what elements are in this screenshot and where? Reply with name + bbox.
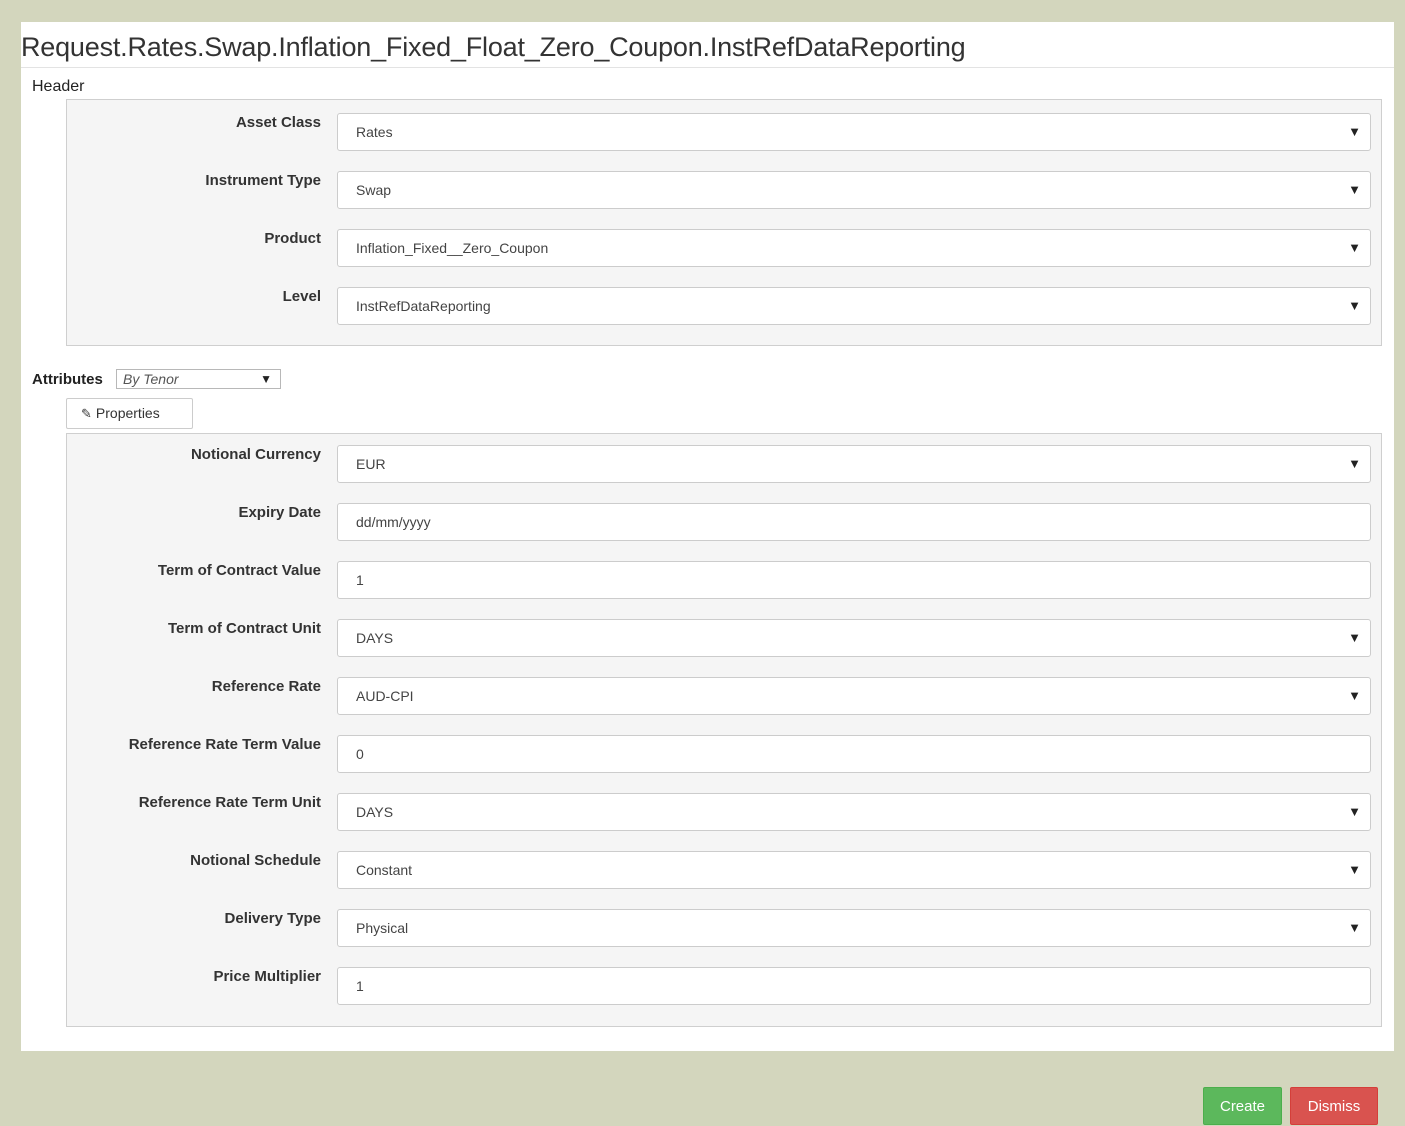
create-button[interactable]: Create bbox=[1203, 1087, 1282, 1125]
instrument-type-label: Instrument Type bbox=[205, 172, 321, 189]
reference-rate-term-unit-value: DAYS bbox=[356, 804, 394, 820]
term-of-contract-value-input[interactable]: 1 bbox=[337, 561, 1371, 599]
level-label: Level bbox=[282, 288, 321, 305]
product-value: Inflation_Fixed__Zero_Coupon bbox=[356, 240, 549, 256]
triangle-down-icon: ▼ bbox=[1348, 240, 1361, 255]
asset-class-value: Rates bbox=[356, 124, 393, 140]
notional-currency-value: EUR bbox=[356, 456, 386, 472]
reference-rate-term-value-label: Reference Rate Term Value bbox=[128, 736, 321, 753]
term-of-contract-value-label: Term of Contract Value bbox=[157, 562, 321, 579]
delivery-type-value: Physical bbox=[356, 920, 409, 936]
header-section-label: Header bbox=[32, 78, 85, 95]
asset-class-select[interactable]: Rates ▼ bbox=[337, 113, 1371, 151]
reference-rate-label: Reference Rate bbox=[211, 678, 321, 695]
level-value: InstRefDataReporting bbox=[356, 298, 491, 314]
properties-button[interactable]: ✎ Properties bbox=[66, 398, 193, 429]
expiry-date-value: dd/mm/yyyy bbox=[356, 514, 431, 530]
level-row: Level InstRefDataReporting ▼ bbox=[67, 287, 1381, 327]
request-panel: Request.Rates.Swap.Inflation_Fixed_Float… bbox=[21, 22, 1394, 1051]
notional-currency-select[interactable]: EUR ▼ bbox=[337, 445, 1371, 483]
term-of-contract-value-value: 1 bbox=[356, 572, 364, 588]
reference-rate-select[interactable]: AUD-CPI ▼ bbox=[337, 677, 1371, 715]
reference-rate-term-value-row: Reference Rate Term Value 0 bbox=[67, 735, 1381, 775]
reference-rate-term-unit-select[interactable]: DAYS ▼ bbox=[337, 793, 1371, 831]
notional-currency-label: Notional Currency bbox=[190, 446, 321, 463]
triangle-down-icon: ▼ bbox=[1348, 920, 1361, 935]
term-of-contract-value-row: Term of Contract Value 1 bbox=[67, 561, 1381, 601]
term-of-contract-unit-label: Term of Contract Unit bbox=[167, 620, 321, 637]
instrument-type-row: Instrument Type Swap ▼ bbox=[67, 171, 1381, 211]
price-multiplier-input[interactable]: 1 bbox=[337, 967, 1371, 1005]
attributes-mode-value: By Tenor bbox=[123, 371, 179, 387]
term-of-contract-unit-row: Term of Contract Unit DAYS ▼ bbox=[67, 619, 1381, 659]
reference-rate-term-value-input[interactable]: 0 bbox=[337, 735, 1371, 773]
price-multiplier-value: 1 bbox=[356, 978, 364, 994]
reference-rate-term-unit-row: Reference Rate Term Unit DAYS ▼ bbox=[67, 793, 1381, 833]
triangle-down-icon: ▼ bbox=[1348, 182, 1361, 197]
attributes-section-label: Attributes bbox=[32, 371, 103, 388]
reference-rate-value: AUD-CPI bbox=[356, 688, 414, 704]
page-title: Request.Rates.Swap.Inflation_Fixed_Float… bbox=[21, 32, 966, 62]
notional-schedule-select[interactable]: Constant ▼ bbox=[337, 851, 1371, 889]
product-label: Product bbox=[264, 230, 321, 247]
pencil-icon: ✎ bbox=[81, 406, 92, 421]
product-select[interactable]: Inflation_Fixed__Zero_Coupon ▼ bbox=[337, 229, 1371, 267]
triangle-down-icon: ▼ bbox=[260, 372, 272, 386]
triangle-down-icon: ▼ bbox=[1348, 688, 1361, 703]
header-box: Asset Class Rates ▼ Instrument Type Swap… bbox=[66, 99, 1382, 346]
triangle-down-icon: ▼ bbox=[1348, 456, 1361, 471]
asset-class-label: Asset Class bbox=[235, 114, 321, 131]
dismiss-button[interactable]: Dismiss bbox=[1290, 1087, 1378, 1125]
reference-rate-row: Reference Rate AUD-CPI ▼ bbox=[67, 677, 1381, 717]
instrument-type-value: Swap bbox=[356, 182, 392, 198]
term-of-contract-unit-value: DAYS bbox=[356, 630, 394, 646]
attributes-box: Notional Currency EUR ▼ Expiry Date dd/m… bbox=[66, 433, 1382, 1027]
asset-class-row: Asset Class Rates ▼ bbox=[67, 113, 1381, 153]
instrument-type-select[interactable]: Swap ▼ bbox=[337, 171, 1371, 209]
triangle-down-icon: ▼ bbox=[1348, 804, 1361, 819]
triangle-down-icon: ▼ bbox=[1348, 298, 1361, 313]
level-select[interactable]: InstRefDataReporting ▼ bbox=[337, 287, 1371, 325]
reference-rate-term-unit-label: Reference Rate Term Unit bbox=[138, 794, 321, 811]
triangle-down-icon: ▼ bbox=[1348, 862, 1361, 877]
triangle-down-icon: ▼ bbox=[1348, 630, 1361, 645]
product-row: Product Inflation_Fixed__Zero_Coupon ▼ bbox=[67, 229, 1381, 269]
attributes-mode-select[interactable]: By Tenor ▼ bbox=[116, 369, 281, 389]
expiry-date-input[interactable]: dd/mm/yyyy bbox=[337, 503, 1371, 541]
delivery-type-label: Delivery Type bbox=[224, 910, 321, 927]
price-multiplier-row: Price Multiplier 1 bbox=[67, 967, 1381, 1007]
notional-schedule-value: Constant bbox=[356, 862, 413, 878]
notional-currency-row: Notional Currency EUR ▼ bbox=[67, 445, 1381, 485]
properties-button-label: Properties bbox=[95, 405, 160, 421]
triangle-down-icon: ▼ bbox=[1348, 124, 1361, 139]
notional-schedule-row: Notional Schedule Constant ▼ bbox=[67, 851, 1381, 891]
delivery-type-select[interactable]: Physical ▼ bbox=[337, 909, 1371, 947]
reference-rate-term-value-value: 0 bbox=[356, 746, 364, 762]
title-divider bbox=[21, 67, 1394, 68]
delivery-type-row: Delivery Type Physical ▼ bbox=[67, 909, 1381, 949]
price-multiplier-label: Price Multiplier bbox=[213, 968, 321, 985]
term-of-contract-unit-select[interactable]: DAYS ▼ bbox=[337, 619, 1371, 657]
expiry-date-row: Expiry Date dd/mm/yyyy bbox=[67, 503, 1381, 543]
expiry-date-label: Expiry Date bbox=[238, 504, 321, 521]
notional-schedule-label: Notional Schedule bbox=[190, 852, 321, 869]
